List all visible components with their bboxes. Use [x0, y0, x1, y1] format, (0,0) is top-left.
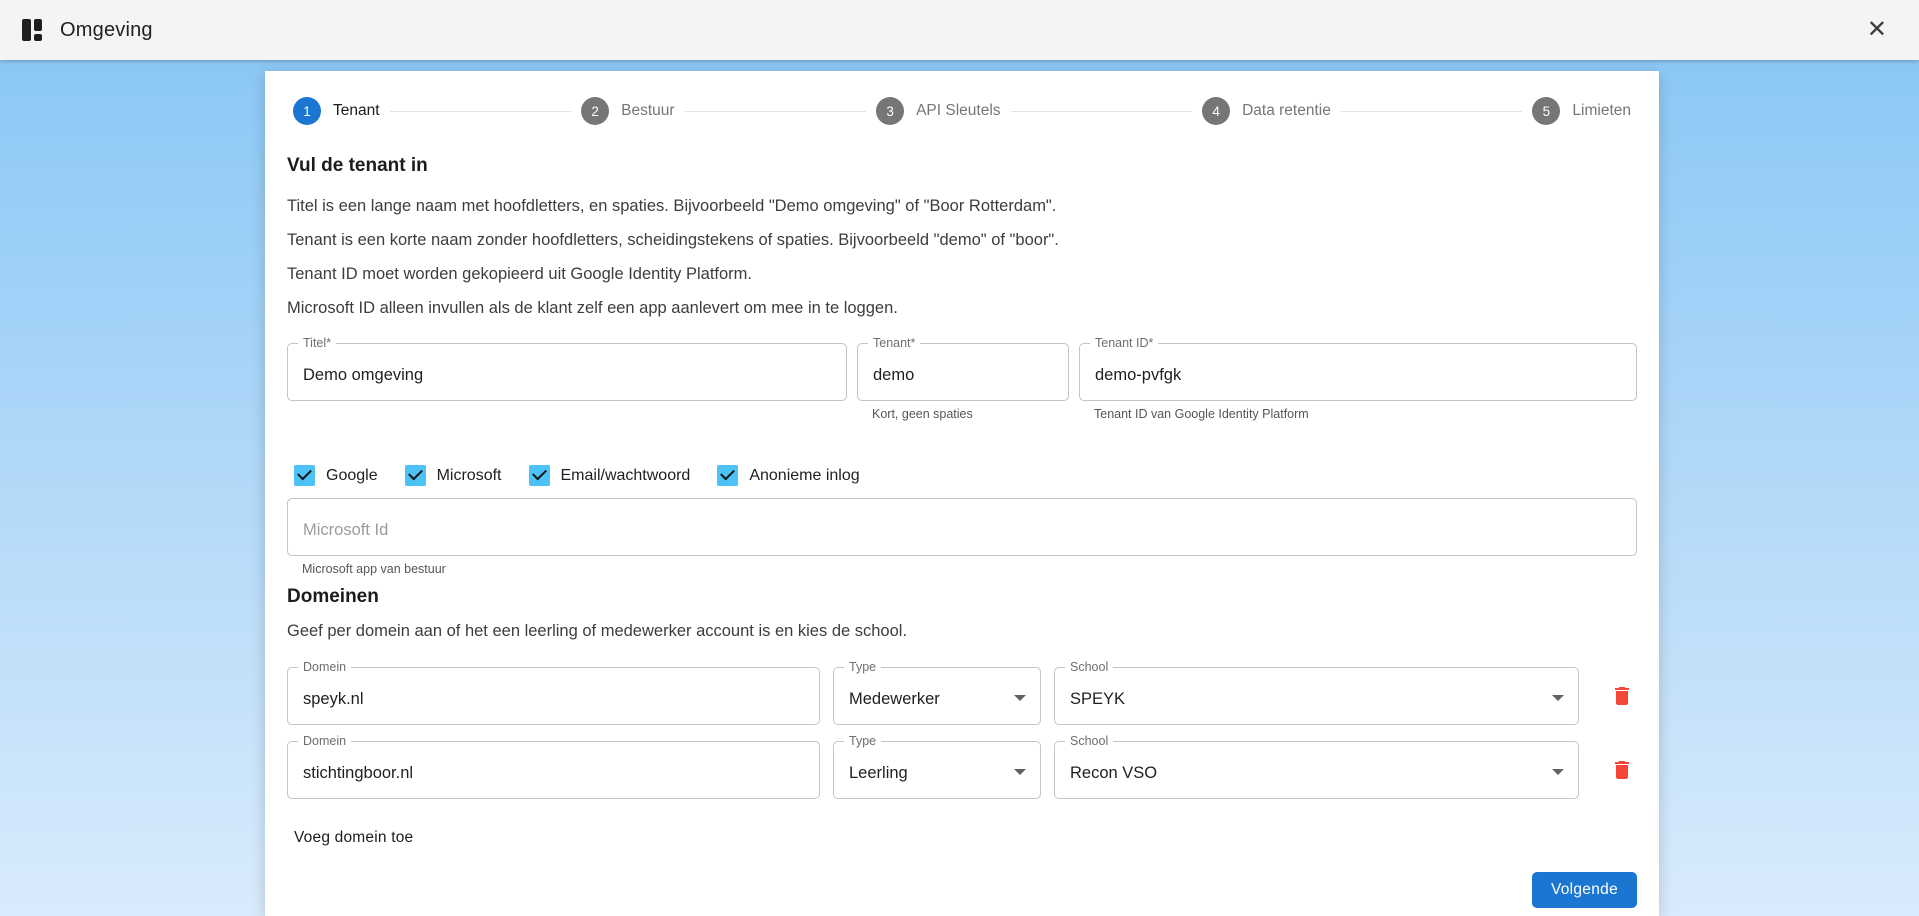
checkbox-google[interactable]: Google [294, 465, 378, 486]
step-number-badge: 2 [581, 97, 609, 125]
step-number-badge: 4 [1202, 97, 1230, 125]
tenant-id-input[interactable] [1080, 344, 1636, 400]
domains-section-heading: Domeinen [287, 586, 1637, 608]
domain-field: Domein [287, 741, 820, 799]
instruction-line: Microsoft ID alleen invullen als de klan… [287, 291, 1637, 325]
step-number-badge: 3 [876, 97, 904, 125]
instruction-line: Titel is een lange naam met hoofdletters… [287, 189, 1637, 223]
instruction-line: Tenant is een korte naam zonder hoofdlet… [287, 223, 1637, 257]
step-label: Tenant [333, 102, 380, 120]
type-select-value: Leerling [834, 758, 1006, 783]
tenant-instructions: Titel is een lange naam met hoofdletters… [287, 189, 1637, 325]
step-bestuur[interactable]: 2 Bestuur [581, 97, 674, 125]
domain-row: Domein Type Medewerker School SPEYK [287, 667, 1637, 725]
domains-description: Geef per domein aan of het een leerling … [287, 622, 1637, 641]
delete-domain-button[interactable] [1610, 758, 1634, 782]
school-select[interactable]: School Recon VSO [1054, 741, 1579, 799]
domain-field: Domein [287, 667, 820, 725]
type-field-label: Type [844, 734, 881, 748]
step-label: Data retentie [1242, 102, 1331, 120]
checkbox-label: Microsoft [437, 467, 502, 485]
domain-field-label: Domein [298, 660, 351, 674]
step-data-retentie[interactable]: 4 Data retentie [1202, 97, 1331, 125]
app-bar: Omgeving ✕ [0, 0, 1919, 60]
checkbox-anonieme-inlog[interactable]: Anonieme inlog [717, 465, 859, 486]
checkbox-checked-icon [529, 465, 550, 486]
stepper-connector [390, 111, 572, 112]
trash-icon [1610, 758, 1634, 782]
school-select[interactable]: School SPEYK [1054, 667, 1579, 725]
tenant-id-field: Tenant ID* [1079, 343, 1637, 401]
trash-icon [1610, 684, 1634, 708]
school-field-label: School [1065, 660, 1113, 674]
close-icon[interactable]: ✕ [1863, 14, 1891, 46]
tenant-section-heading: Vul de tenant in [287, 155, 1637, 177]
environment-wizard-modal: 1 Tenant 2 Bestuur 3 API Sleutels 4 Data… [265, 71, 1659, 916]
domain-input[interactable] [288, 742, 819, 798]
tenant-field: Tenant* [857, 343, 1069, 401]
checkbox-checked-icon [405, 465, 426, 486]
checkbox-microsoft[interactable]: Microsoft [405, 465, 502, 486]
checkbox-checked-icon [717, 465, 738, 486]
domain-field-label: Domein [298, 734, 351, 748]
app-logo-icon [20, 18, 44, 42]
school-select-value: SPEYK [1055, 684, 1544, 709]
titel-field: Titel* [287, 343, 847, 401]
add-domain-button[interactable]: Voeg domein toe [294, 829, 413, 847]
checkbox-email-wachtwoord[interactable]: Email/wachtwoord [529, 465, 691, 486]
type-field-label: Type [844, 660, 881, 674]
login-providers: Google Microsoft Email/wachtwoord Anonie… [294, 465, 1637, 486]
chevron-down-icon [1552, 769, 1564, 775]
titel-input[interactable] [288, 344, 846, 400]
domain-row: Domein Type Leerling School Recon VSO [287, 741, 1637, 799]
stepper-connector [1011, 111, 1193, 112]
step-number-badge: 5 [1532, 97, 1560, 125]
instruction-line: Tenant ID moet worden gekopieerd uit Goo… [287, 257, 1637, 291]
chevron-down-icon [1014, 769, 1026, 775]
type-select-value: Medewerker [834, 684, 1006, 709]
chevron-down-icon [1552, 695, 1564, 701]
tenant-field-label: Tenant* [868, 336, 920, 350]
next-step-button[interactable]: Volgende [1532, 872, 1637, 908]
checkbox-checked-icon [294, 465, 315, 486]
tenant-id-field-label: Tenant ID* [1090, 336, 1158, 350]
school-field-label: School [1065, 734, 1113, 748]
checkbox-label: Email/wachtwoord [561, 467, 691, 485]
type-select[interactable]: Type Medewerker [833, 667, 1041, 725]
checkbox-label: Google [326, 467, 378, 485]
wizard-footer: Volgende [287, 872, 1637, 916]
step-label: Limieten [1572, 102, 1631, 120]
step-api-sleutels[interactable]: 3 API Sleutels [876, 97, 1000, 125]
checkbox-label: Anonieme inlog [749, 467, 859, 485]
page-title: Omgeving [60, 19, 153, 42]
chevron-down-icon [1014, 695, 1026, 701]
stepper-connector [1341, 111, 1523, 112]
wizard-stepper: 1 Tenant 2 Bestuur 3 API Sleutels 4 Data… [287, 93, 1637, 129]
step-limieten[interactable]: 5 Limieten [1532, 97, 1631, 125]
school-select-value: Recon VSO [1055, 758, 1544, 783]
tenant-input[interactable] [858, 344, 1068, 400]
step-label: Bestuur [621, 102, 674, 120]
delete-domain-button[interactable] [1610, 684, 1634, 708]
microsoft-id-helper-text: Microsoft app van bestuur [302, 562, 1637, 576]
step-number-badge: 1 [293, 97, 321, 125]
microsoft-id-field [287, 498, 1637, 556]
stepper-connector [685, 111, 867, 112]
titel-field-label: Titel* [298, 336, 336, 350]
tenant-id-helper-text: Tenant ID van Google Identity Platform [1094, 407, 1637, 421]
step-tenant[interactable]: 1 Tenant [293, 97, 380, 125]
domain-input[interactable] [288, 668, 819, 724]
step-label: API Sleutels [916, 102, 1000, 120]
type-select[interactable]: Type Leerling [833, 741, 1041, 799]
microsoft-id-input[interactable] [288, 499, 1636, 555]
tenant-helper-text: Kort, geen spaties [872, 407, 1069, 421]
